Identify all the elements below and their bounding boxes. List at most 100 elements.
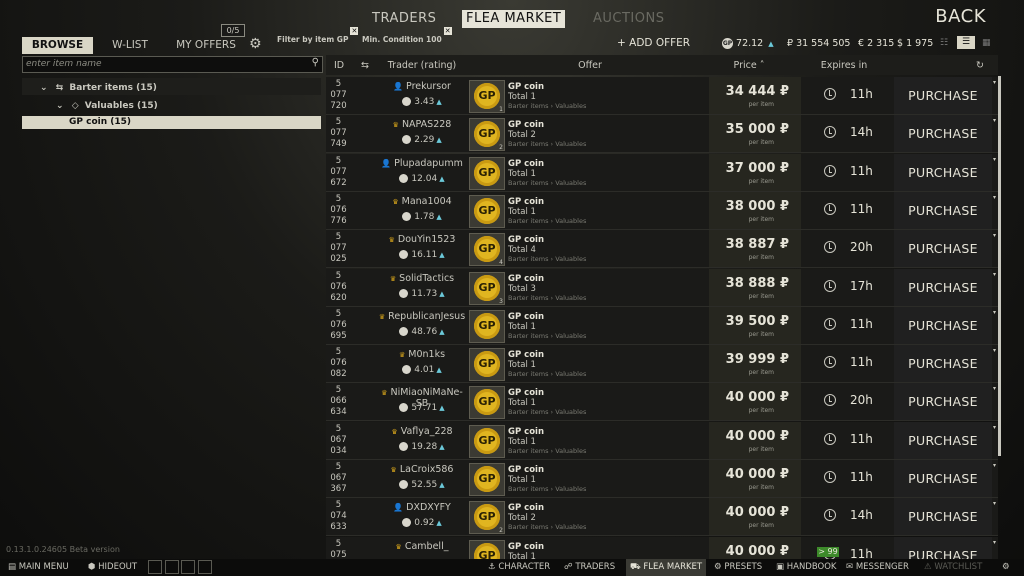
item-image[interactable]: GP 4 xyxy=(469,233,505,267)
trader-cell[interactable]: ♛ NiMiaoNiMaNe-SB 57.71 ▲ xyxy=(378,383,466,420)
trader-cell[interactable]: 👤 Plupadapumm 12.04 ▲ xyxy=(378,154,466,191)
item-image[interactable]: GP xyxy=(469,424,505,458)
item-image[interactable]: GP 1 xyxy=(469,80,505,113)
purchase-button[interactable]: PURCHASE xyxy=(894,230,992,268)
tree-item-barter[interactable]: ⌄ ⇆ Barter items (15) xyxy=(22,80,339,96)
trader-name[interactable]: DouYin1523 xyxy=(398,234,455,245)
trader-name[interactable]: DXDXYFY xyxy=(406,502,451,513)
handbook-button[interactable]: ▣ HANDBOOK xyxy=(776,559,836,576)
chevron-down-icon[interactable]: ▾ xyxy=(993,385,996,392)
refresh-icon[interactable]: ↻ xyxy=(972,60,988,72)
watchlist-button[interactable]: ⚠ WATCHLIST xyxy=(924,559,982,576)
chevron-down-icon[interactable]: ▾ xyxy=(993,309,996,316)
trader-name[interactable]: M0n1ks xyxy=(408,349,445,360)
chevron-down-icon[interactable]: ▾ xyxy=(993,117,996,124)
purchase-button[interactable]: PURCHASE xyxy=(894,77,992,114)
back-button[interactable]: BACK xyxy=(935,6,986,27)
barter-filter-icon[interactable]: ⇆ xyxy=(356,60,374,72)
item-image[interactable]: GP 3 xyxy=(469,271,505,305)
trader-name[interactable]: LaCroix586 xyxy=(400,464,454,475)
trader-name[interactable]: Mana1004 xyxy=(402,196,452,207)
nav-tab-auctions[interactable]: AUCTIONS xyxy=(589,10,668,28)
gear-icon[interactable]: ⚙ xyxy=(249,36,262,52)
purchase-button[interactable]: PURCHASE xyxy=(894,536,992,559)
trader-cell[interactable]: ♛ DouYin1523 16.11 ▲ xyxy=(378,230,466,267)
hideout-button[interactable]: ⬢ HIDEOUT xyxy=(88,559,137,576)
chevron-down-icon[interactable]: ▾ xyxy=(993,232,996,239)
scrollbar[interactable] xyxy=(998,76,1001,456)
nav-tab-traders[interactable]: TRADERS xyxy=(368,10,440,28)
tab-my-offers[interactable]: MY OFFERS xyxy=(174,37,238,54)
search-input[interactable] xyxy=(26,58,296,70)
trader-name[interactable]: Vaflya_228 xyxy=(401,426,453,437)
settings-gear-icon[interactable]: ⚙ xyxy=(1002,559,1010,576)
tab-wlist[interactable]: W-LIST xyxy=(107,37,153,54)
close-icon[interactable]: ✕ xyxy=(443,27,452,35)
chevron-down-icon[interactable]: ▾ xyxy=(993,271,996,278)
trader-cell[interactable]: ♛ Mana1004 1.78 ▲ xyxy=(378,192,466,229)
tree-item-valuables[interactable]: ⌄ ◇ Valuables (15) xyxy=(22,98,355,114)
trader-name[interactable]: RepublicanJesus xyxy=(388,311,465,322)
chevron-down-icon[interactable]: ▾ xyxy=(993,539,996,546)
col-trader[interactable]: Trader (rating) xyxy=(378,60,466,72)
chevron-down-icon[interactable]: ▾ xyxy=(993,347,996,354)
purchase-button[interactable]: PURCHASE xyxy=(894,345,992,383)
purchase-button[interactable]: PURCHASE xyxy=(894,383,992,421)
trader-name[interactable]: Cambell_ xyxy=(405,541,449,552)
flea-market-button[interactable]: ⛟ FLEA MARKET xyxy=(626,559,707,576)
purchase-button[interactable]: PURCHASE xyxy=(894,191,992,229)
purchase-button[interactable]: PURCHASE xyxy=(894,115,992,153)
search-icon[interactable]: ⚲ xyxy=(312,57,319,68)
trader-cell[interactable]: ♛ M0n1ks 4.01 ▲ xyxy=(378,345,466,382)
trader-cell[interactable]: ♛ RepublicanJesus 48.76 ▲ xyxy=(378,307,466,344)
trader-cell[interactable]: ♛ NAPAS228 2.29 ▲ xyxy=(378,115,466,152)
close-icon[interactable]: ✕ xyxy=(350,27,359,35)
tab-browse[interactable]: BROWSE xyxy=(22,37,93,54)
col-price[interactable]: Price ˄ xyxy=(724,60,774,72)
character-button[interactable]: ⚓ CHARACTER xyxy=(488,559,550,576)
trader-cell[interactable]: 👤 Prekursor 3.43 ▲ xyxy=(378,77,466,114)
item-image[interactable]: GP xyxy=(469,348,505,382)
trader-name[interactable]: Plupadapumm xyxy=(394,158,463,169)
item-image[interactable]: GP 2 xyxy=(469,118,505,152)
purchase-button[interactable]: PURCHASE xyxy=(894,498,992,536)
list-view-icon[interactable]: ☷ xyxy=(940,38,952,48)
purchase-button[interactable]: PURCHASE xyxy=(894,306,992,344)
chevron-down-icon[interactable]: ▾ xyxy=(993,156,996,163)
chevron-down-icon[interactable]: ▾ xyxy=(993,462,996,469)
trader-name[interactable]: NAPAS228 xyxy=(402,119,451,130)
chevron-down-icon[interactable]: ▾ xyxy=(993,79,996,86)
detail-view-icon[interactable]: ☰ xyxy=(957,36,975,49)
purchase-button[interactable]: PURCHASE xyxy=(894,460,992,497)
filter-item-chip[interactable]: Filter by item GP ✕ xyxy=(277,27,359,44)
col-id[interactable]: ID xyxy=(328,60,350,72)
trader-cell[interactable]: ♛ Vaflya_228 19.28 ▲ xyxy=(378,422,466,459)
trader-name[interactable]: Prekursor xyxy=(406,81,451,92)
player-slot[interactable] xyxy=(148,559,213,576)
main-menu-button[interactable]: ▤ MAIN MENU xyxy=(8,559,69,576)
trader-cell[interactable]: ♛ SolidTactics 11.73 ▲ xyxy=(378,269,466,306)
chevron-down-icon[interactable]: ▾ xyxy=(993,194,996,201)
item-image[interactable]: GP xyxy=(469,309,505,343)
tree-item-gp-coin[interactable]: GP coin (15) xyxy=(22,116,321,129)
filter-condition-chip[interactable]: Min. Condition 100 ✕ xyxy=(362,27,452,44)
item-image[interactable]: GP 2 xyxy=(469,501,505,535)
chevron-down-icon[interactable]: ▾ xyxy=(993,500,996,507)
purchase-button[interactable]: PURCHASE xyxy=(894,268,992,306)
item-image[interactable]: GP xyxy=(469,156,505,190)
item-image[interactable]: GP xyxy=(469,539,505,559)
nav-tab-flea-market[interactable]: FLEA MARKET xyxy=(462,10,566,28)
item-image[interactable]: GP xyxy=(469,386,505,420)
trader-name[interactable]: SolidTactics xyxy=(399,273,454,284)
purchase-button[interactable]: PURCHASE xyxy=(894,153,992,191)
add-offer-button[interactable]: + ADD OFFER xyxy=(617,37,690,49)
presets-button[interactable]: ⚙ PRESETS xyxy=(714,559,762,576)
trader-cell[interactable]: ♛ Cambell_ xyxy=(378,537,466,559)
messenger-button[interactable]: ✉ MESSENGER xyxy=(846,559,909,576)
col-expires[interactable]: Expires in xyxy=(806,60,882,72)
purchase-button[interactable]: PURCHASE xyxy=(894,421,992,459)
item-image[interactable]: GP xyxy=(469,463,505,496)
trader-cell[interactable]: ♛ LaCroix586 52.55 ▲ xyxy=(378,460,466,497)
item-image[interactable]: GP xyxy=(469,194,505,228)
grid-view-icon[interactable]: ▦ xyxy=(982,38,994,48)
